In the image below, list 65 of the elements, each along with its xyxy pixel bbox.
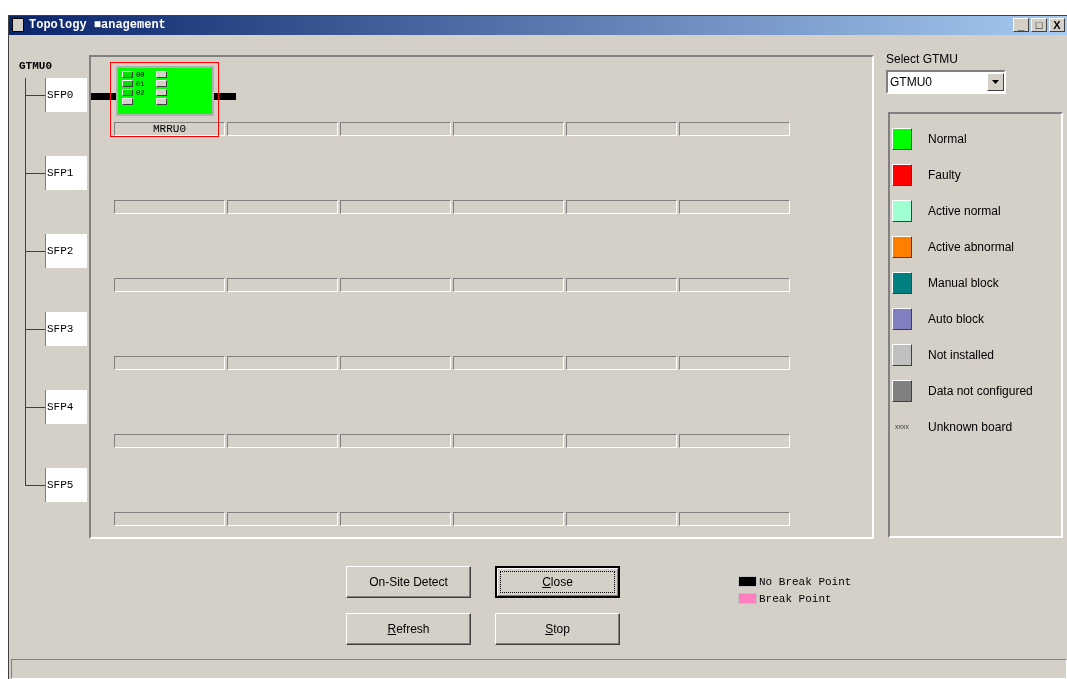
empty-slot[interactable] [114,355,225,370]
legend-label: Not installed [928,347,995,362]
empty-slot[interactable] [453,121,564,136]
empty-slot[interactable] [566,511,677,526]
empty-slot[interactable] [340,511,451,526]
empty-slot[interactable] [227,277,338,292]
window-icon [12,18,24,33]
legend-label: No Break Point [759,575,852,588]
dialog-button[interactable]: Stop [495,612,620,645]
empty-slot[interactable] [114,511,225,526]
empty-slot[interactable] [679,199,790,214]
port-node-label[interactable]: SFP3 [45,311,87,346]
port-node-label[interactable]: SFP2 [45,233,87,268]
legend-label: Active normal [928,203,1001,218]
port-node-label[interactable]: SFP1 [45,155,87,190]
empty-slot[interactable] [340,277,451,292]
window-control-button[interactable]: _ [1013,18,1029,33]
empty-slot[interactable] [227,511,338,526]
select-label: Select GTMU [886,51,959,66]
empty-slot[interactable] [566,121,677,136]
empty-slot[interactable] [453,355,564,370]
dialog-button[interactable]: Close [495,565,620,598]
empty-slot[interactable] [566,199,677,214]
dialog-button[interactable]: Refresh [346,612,471,645]
root-node-label: GTMU0 [19,58,52,74]
port-node-label[interactable]: SFP5 [45,467,87,502]
legend-label: Data not configured [928,383,1033,398]
empty-slot[interactable] [453,199,564,214]
empty-slot[interactable] [679,433,790,448]
empty-slot[interactable] [227,121,338,136]
empty-slot[interactable] [340,121,451,136]
window-control-button[interactable]: X [1049,18,1065,33]
legend-label: Faulty [928,167,961,182]
empty-slot[interactable] [227,355,338,370]
window-title: Topology ■anagement [29,18,167,33]
empty-slot[interactable] [340,433,451,448]
window-control-button[interactable]: □ [1031,18,1047,33]
legend-label: Normal [928,131,967,146]
empty-slot[interactable] [566,355,677,370]
empty-slot[interactable] [340,199,451,214]
legend-label: Auto block [928,311,985,326]
legend-label: Unknown board [928,419,1013,434]
empty-slot[interactable] [566,433,677,448]
dialog-button[interactable]: On-Site Detect [346,565,471,598]
empty-slot[interactable] [679,277,790,292]
slot-label[interactable]: MRRU0 [114,121,225,136]
empty-slot[interactable] [566,277,677,292]
empty-slot[interactable] [227,433,338,448]
legend-label: Active abnormal [928,239,1015,254]
legend-label: Manual block [928,275,999,290]
empty-slot[interactable] [114,277,225,292]
empty-slot[interactable] [227,199,338,214]
empty-slot[interactable] [679,511,790,526]
empty-slot[interactable] [114,433,225,448]
empty-slot[interactable] [679,355,790,370]
port-node-label[interactable]: SFP4 [45,389,87,424]
empty-slot[interactable] [453,511,564,526]
empty-slot[interactable] [340,355,451,370]
empty-slot[interactable] [453,433,564,448]
empty-slot[interactable] [679,121,790,136]
empty-slot[interactable] [114,199,225,214]
gtmu-dropdown[interactable]: GTMU0 [886,69,1006,94]
port-node-label[interactable]: SFP0 [45,77,87,112]
legend-label: Break Point [759,592,832,605]
empty-slot[interactable] [453,277,564,292]
